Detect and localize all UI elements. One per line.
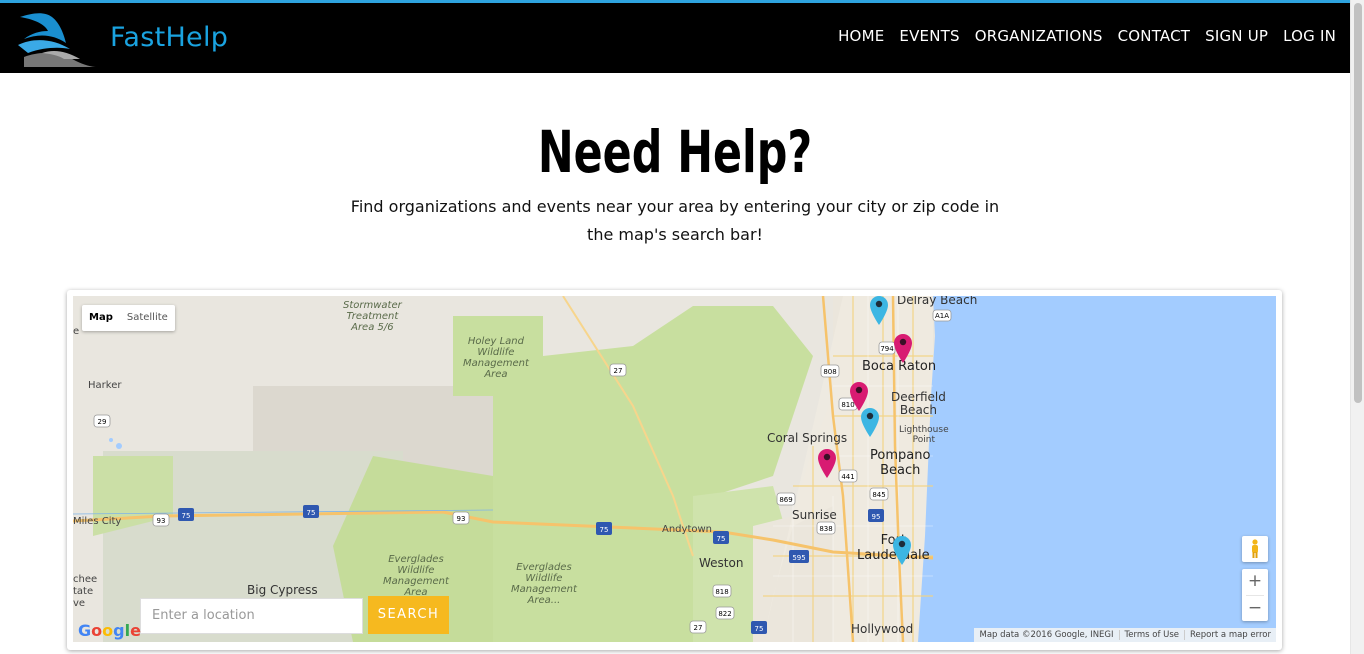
event-marker[interactable] (868, 296, 890, 326)
label-e: e (73, 326, 80, 337)
label-coral-springs: Coral Springs (767, 431, 848, 445)
svg-text:93: 93 (157, 517, 166, 525)
report-map-error-link[interactable]: Report a map error (1184, 630, 1276, 640)
svg-text:75: 75 (600, 526, 609, 534)
svg-text:75: 75 (755, 625, 764, 633)
svg-text:808: 808 (823, 368, 836, 376)
nav-home[interactable]: HOME (838, 27, 884, 45)
svg-text:95: 95 (872, 513, 881, 521)
label-everglades-1: Everglades Wildlife Management Area (383, 554, 449, 598)
label-left-edge: chee tate ve (73, 574, 98, 609)
zoom-in-button[interactable]: + (1242, 569, 1268, 595)
brand-name[interactable]: FastHelp (110, 22, 228, 53)
nav-organizations[interactable]: ORGANIZATIONS (975, 27, 1103, 45)
event-marker[interactable] (891, 534, 913, 566)
svg-text:29: 29 (98, 418, 107, 426)
label-delray-beach: Delray Beach (897, 296, 978, 307)
map-type-map-button[interactable]: Map (82, 305, 120, 331)
page-title: Need Help? (537, 118, 813, 186)
svg-text:27: 27 (614, 367, 623, 375)
svg-text:818: 818 (715, 588, 728, 596)
label-miles-city: Miles City (73, 516, 122, 527)
svg-text:75: 75 (307, 509, 316, 517)
map-type-control: Map Satellite (82, 305, 175, 331)
label-andytown: Andytown (662, 524, 712, 535)
terms-of-use-link[interactable]: Terms of Use (1118, 630, 1185, 640)
page-scrollbar[interactable] (1350, 0, 1364, 654)
nav-sign-up[interactable]: SIGN UP (1205, 27, 1268, 45)
map-card: 27 29 93 93 75 75 75 75 595 95 75 808 79… (67, 290, 1282, 650)
label-stormwater: Stormwater Treatment Area 5/6 (343, 300, 402, 333)
svg-text:869: 869 (779, 496, 792, 504)
label-hollywood: Hollywood (851, 622, 914, 636)
main-nav: HOME EVENTS ORGANIZATIONS CONTACT SIGN U… (838, 27, 1336, 45)
svg-text:822: 822 (718, 610, 731, 618)
label-holey-land: Holey Land Wildlife Management Area (463, 336, 529, 380)
svg-text:A1A: A1A (935, 312, 949, 320)
search-button[interactable]: SEARCH (368, 596, 449, 634)
event-marker[interactable] (859, 406, 881, 438)
street-view-pegman[interactable] (1242, 536, 1268, 562)
svg-text:93: 93 (457, 515, 466, 523)
logo-icon[interactable] (14, 9, 96, 67)
svg-text:595: 595 (792, 554, 805, 562)
svg-text:441: 441 (841, 473, 854, 481)
label-pompano-beach: Pompano Beach (870, 448, 931, 478)
nav-log-in[interactable]: LOG IN (1283, 27, 1336, 45)
organization-marker[interactable] (892, 332, 914, 364)
svg-text:75: 75 (717, 535, 726, 543)
map-type-satellite-button[interactable]: Satellite (120, 305, 175, 331)
page-subtitle: Find organizations and events near your … (350, 197, 1000, 244)
label-everglades-2: Everglades Wildlife Management Area... (511, 562, 577, 606)
label-weston: Weston (699, 556, 744, 570)
nav-events[interactable]: EVENTS (899, 27, 959, 45)
svg-text:838: 838 (819, 525, 832, 533)
label-harker: Harker (88, 380, 122, 391)
map-attribution: Map data ©2016 Google, INEGI Terms of Us… (974, 628, 1276, 642)
nav-contact[interactable]: CONTACT (1118, 27, 1191, 45)
google-logo[interactable]: Google (78, 621, 141, 640)
organization-marker[interactable] (816, 447, 838, 479)
label-big-cypress: Big Cypress (247, 583, 318, 597)
zoom-control: + − (1242, 569, 1268, 621)
label-sunrise: Sunrise (792, 508, 837, 522)
label-lighthouse-point: Lighthouse Point (899, 425, 949, 445)
navbar: FastHelp HOME EVENTS ORGANIZATIONS CONTA… (0, 3, 1350, 73)
svg-text:75: 75 (182, 512, 191, 520)
map-view[interactable]: 27 29 93 93 75 75 75 75 595 95 75 808 79… (73, 296, 1276, 642)
scrollbar-thumb[interactable] (1354, 3, 1362, 403)
location-search-input[interactable]: Enter a location (140, 598, 363, 634)
map-data-credit: Map data ©2016 Google, INEGI (979, 630, 1114, 640)
svg-text:845: 845 (872, 491, 885, 499)
svg-text:27: 27 (694, 624, 703, 632)
zoom-out-button[interactable]: − (1242, 596, 1268, 622)
pegman-icon (1252, 539, 1258, 558)
label-deerfield-beach: Deerfield Beach (891, 390, 946, 417)
